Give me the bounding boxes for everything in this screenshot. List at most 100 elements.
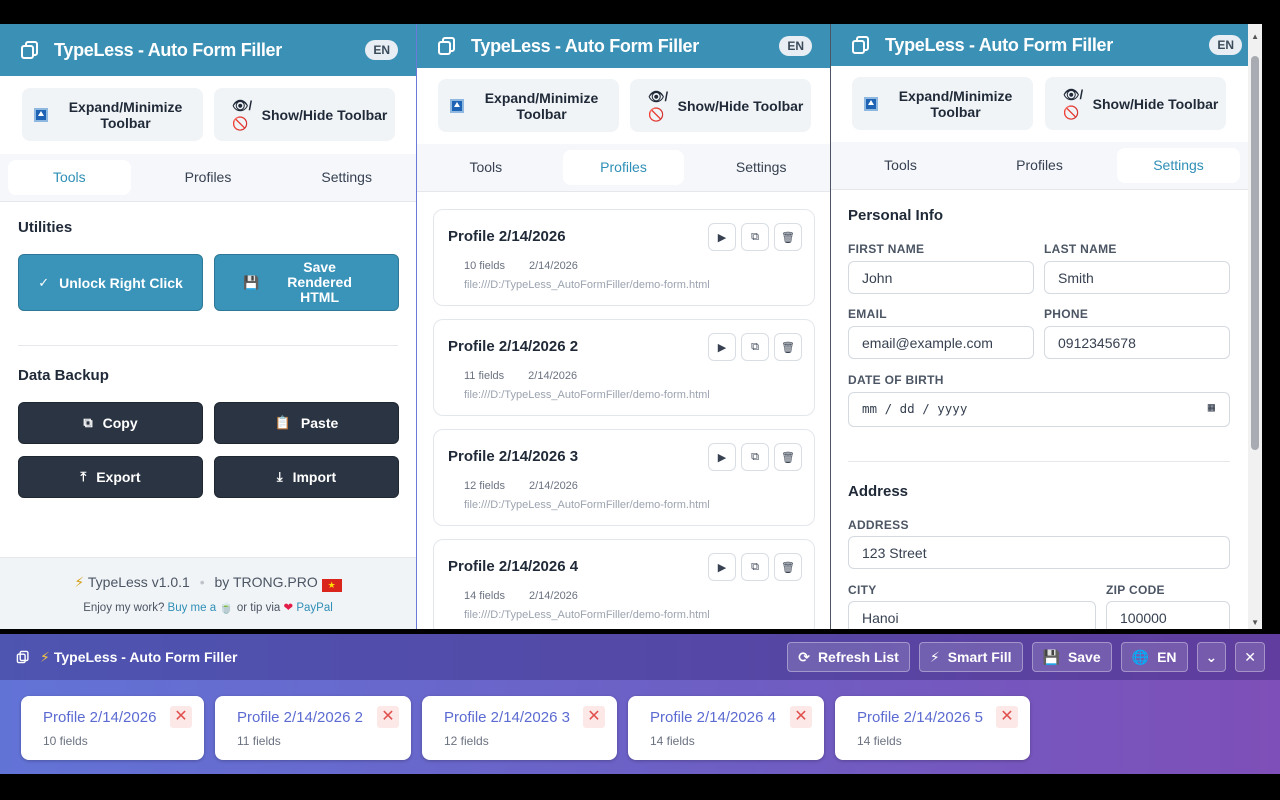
profile-name: Profile 2/14/2026 4: [448, 558, 579, 575]
tab-profiles[interactable]: Profiles: [978, 148, 1101, 183]
close-icon[interactable]: ✕: [170, 706, 192, 728]
chip-name: Profile 2/14/2026: [43, 709, 157, 726]
close-icon[interactable]: ✕: [583, 706, 605, 728]
profile-card[interactable]: Profile 2/14/2026 2 ▶ ⧉ 🗑 11 fields 2/14/20…: [433, 319, 815, 416]
play-icon[interactable]: ▶: [708, 223, 736, 251]
copy-button[interactable]: ⧉ Copy: [18, 402, 203, 444]
footer-credit: ⚡ TypeLess v1.0.1 • by TRONG.PRO ★: [0, 574, 416, 592]
copy-logo-icon: [438, 37, 455, 55]
profile-chip[interactable]: Profile 2/14/2026 10 fields ✕: [21, 696, 204, 760]
profile-chip[interactable]: Profile 2/14/2026 4 14 fields ✕: [628, 696, 824, 760]
profile-actions: ▶ ⧉ 🗑: [703, 333, 802, 361]
chip-name: Profile 2/14/2026 2: [237, 709, 363, 726]
refresh-list-button[interactable]: ⟳ Refresh List: [787, 642, 910, 672]
phone-field[interactable]: 0912345678: [1044, 326, 1230, 359]
scrollbar-thumb[interactable]: [1251, 56, 1259, 450]
footer: ⚡ TypeLess v1.0.1 • by TRONG.PRO ★ Enjoy…: [0, 557, 416, 629]
app-title: TypeLess - Auto Form Filler: [885, 34, 1113, 55]
profile-card[interactable]: Profile 2/14/2026 4 ▶ ⧉ 🗑 14 fields 2/14/20…: [433, 539, 815, 629]
address-field[interactable]: 123 Street: [848, 536, 1230, 569]
field-count: 14 fields: [464, 590, 505, 602]
profile-url: file:///D:/TypeLess_AutoFormFiller/demo-…: [464, 609, 710, 621]
close-button[interactable]: ✕: [1235, 642, 1265, 672]
profile-date: 2/14/2026: [528, 480, 578, 492]
language-badge[interactable]: EN: [779, 36, 812, 56]
profile-card[interactable]: Profile 2/14/2026 3 ▶ ⧉ 🗑 12 fields 2/14/20…: [433, 429, 815, 526]
floating-toolbar: ⚡ TypeLess - Auto Form Filler ⟳ Refresh L…: [0, 634, 1280, 774]
app-title: TypeLess - Auto Form Filler: [54, 39, 282, 60]
buy-me-link[interactable]: Buy me a: [168, 602, 217, 614]
profile-chip[interactable]: Profile 2/14/2026 2 11 fields ✕: [215, 696, 411, 760]
toolbar-header: ⚡ TypeLess - Auto Form Filler ⟳ Refresh L…: [0, 634, 1280, 680]
language-badge[interactable]: EN: [365, 40, 398, 60]
play-icon[interactable]: ▶: [708, 443, 736, 471]
close-icon[interactable]: ✕: [996, 706, 1018, 728]
trash-icon[interactable]: 🗑: [774, 553, 802, 581]
show-hide-toolbar-button[interactable]: 👁/🚫 Show/Hide Toolbar: [630, 79, 811, 132]
dob-field[interactable]: mm / dd / yyyy ▦: [848, 392, 1230, 427]
scroll-up-icon[interactable]: ▲: [1251, 32, 1259, 41]
download-icon: ⤓: [276, 469, 283, 484]
save-rendered-html-button[interactable]: 💾 Save Rendered HTML: [214, 254, 399, 311]
chip-name: Profile 2/14/2026 5: [857, 709, 983, 726]
calendar-icon[interactable]: ▦: [1208, 400, 1215, 414]
expand-minimize-toolbar-button[interactable]: Expand/Minimize Toolbar: [438, 79, 619, 132]
copy-logo-icon: [16, 650, 29, 664]
duplicate-icon[interactable]: ⧉: [741, 443, 769, 471]
chip-fields: 14 fields: [650, 734, 695, 748]
unlock-right-click-button[interactable]: ✓ Unlock Right Click: [18, 254, 203, 311]
play-icon[interactable]: ▶: [708, 553, 736, 581]
import-label: Import: [292, 469, 337, 485]
lightning-icon: ⚡: [929, 648, 940, 665]
tab-tools[interactable]: Tools: [839, 148, 962, 183]
smart-fill-button[interactable]: ⚡ Smart Fill: [918, 642, 1023, 672]
chip-fields: 10 fields: [43, 734, 88, 748]
play-icon[interactable]: ▶: [708, 333, 736, 361]
trash-icon[interactable]: 🗑: [774, 223, 802, 251]
tab-profiles[interactable]: Profiles: [562, 150, 685, 185]
tab-profiles[interactable]: Profiles: [147, 160, 270, 195]
profile-date: 2/14/2026: [528, 590, 578, 602]
paste-button[interactable]: 📋 Paste: [214, 402, 399, 444]
showhide-label: Show/Hide Toolbar: [261, 106, 388, 123]
profile-card[interactable]: Profile 2/14/2026 ▶ ⧉ 🗑 10 fields 2/14/2026…: [433, 209, 815, 306]
expand-label: Expand/Minimize Toolbar: [898, 87, 1013, 120]
expand-minimize-toolbar-button[interactable]: Expand/Minimize Toolbar: [22, 88, 203, 141]
zip-field[interactable]: 100000: [1106, 601, 1230, 629]
export-button[interactable]: ⤒ Export: [18, 456, 203, 498]
trash-icon[interactable]: 🗑: [774, 333, 802, 361]
zip-label: ZIP CODE: [1106, 583, 1165, 597]
tab-settings[interactable]: Settings: [1117, 148, 1240, 183]
city-field[interactable]: Hanoi: [848, 601, 1096, 629]
tab-tools[interactable]: Tools: [8, 160, 131, 195]
first-name-field[interactable]: John: [848, 261, 1034, 294]
duplicate-icon[interactable]: ⧉: [741, 223, 769, 251]
profile-chip[interactable]: Profile 2/14/2026 5 14 fields ✕: [835, 696, 1030, 760]
close-icon[interactable]: ✕: [790, 706, 812, 728]
tab-tools[interactable]: Tools: [425, 150, 547, 185]
close-icon[interactable]: ✕: [377, 706, 399, 728]
expand-minimize-toolbar-button[interactable]: Expand/Minimize Toolbar: [852, 77, 1033, 130]
show-hide-toolbar-button[interactable]: 👁/🚫 Show/Hide Toolbar: [1045, 77, 1226, 130]
import-button[interactable]: ⤓ Import: [214, 456, 399, 498]
scroll-down-icon[interactable]: ▼: [1251, 618, 1259, 627]
email-field[interactable]: email@example.com: [848, 326, 1034, 359]
check-icon: ✓: [38, 274, 50, 290]
dob-label: DATE OF BIRTH: [848, 373, 944, 387]
last-name-field[interactable]: Smith: [1044, 261, 1230, 294]
settings-panel: TypeLess - Auto Form Filler EN Expand/Mi…: [831, 24, 1262, 629]
tab-settings[interactable]: Settings: [700, 150, 822, 185]
refresh-icon: ⟳: [798, 648, 810, 665]
save-button[interactable]: 💾 Save: [1031, 642, 1112, 672]
profile-chip[interactable]: Profile 2/14/2026 3 12 fields ✕: [422, 696, 617, 760]
duplicate-icon[interactable]: ⧉: [741, 333, 769, 361]
profile-meta: 11 fields 2/14/2026: [464, 370, 601, 382]
tab-settings[interactable]: Settings: [285, 160, 408, 195]
language-button[interactable]: 🌐 EN: [1120, 642, 1188, 672]
duplicate-icon[interactable]: ⧉: [741, 553, 769, 581]
trash-icon[interactable]: 🗑: [774, 443, 802, 471]
show-hide-toolbar-button[interactable]: 👁/🚫 Show/Hide Toolbar: [214, 88, 395, 141]
collapse-button[interactable]: ⌄: [1196, 642, 1227, 672]
paypal-link[interactable]: PayPal: [296, 602, 332, 614]
language-badge[interactable]: EN: [1209, 35, 1242, 55]
